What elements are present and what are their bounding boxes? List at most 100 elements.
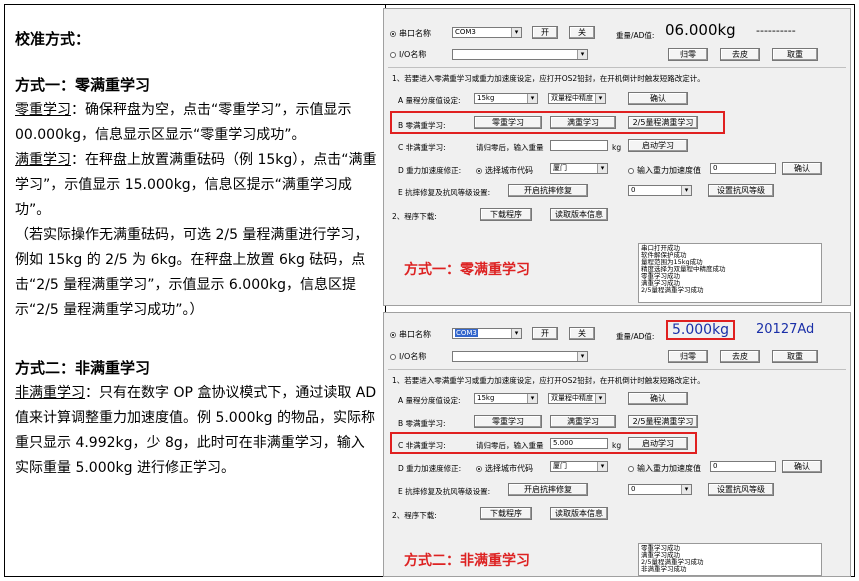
ad-display: ----------: [756, 24, 796, 37]
start-learn-button[interactable]: 启动学习: [628, 139, 688, 152]
full-term: 满重学习: [15, 152, 71, 168]
city-radio[interactable]: [476, 465, 482, 472]
city-radio[interactable]: [476, 167, 482, 174]
rowC-hint: 请归零后，输入重量: [476, 143, 544, 152]
serial-port-select[interactable]: COM3: [452, 328, 522, 339]
anti-drop-button[interactable]: 开启抗摔修复: [508, 483, 588, 496]
wind-level-select[interactable]: 0: [628, 185, 692, 196]
instruction-text: 1、若要进入零满重学习或重力加速度设定，应打开OS2铅封，在开机倒计时触发短路改…: [392, 74, 705, 83]
open-button[interactable]: 开: [532, 26, 558, 39]
method2-caption: 方式二：非满重学习: [404, 553, 530, 569]
serial-radio[interactable]: [390, 331, 396, 338]
io-label: I/O名称: [399, 352, 427, 361]
io-label: I/O名称: [399, 50, 427, 59]
serial-radio-row[interactable]: 串口名称: [390, 28, 431, 39]
close-button[interactable]: 关: [569, 26, 595, 39]
download-button[interactable]: 下载程序: [480, 507, 532, 520]
gravity-radio-label: 输入重力加速度值: [637, 166, 701, 175]
wind-level-button[interactable]: 设置抗风等级: [708, 184, 774, 197]
precision-select[interactable]: 双量程中精度: [548, 393, 606, 404]
gravity-radio-row[interactable]: 输入重力加速度值: [628, 165, 701, 176]
rowC-unit: kg: [612, 143, 622, 152]
io-radio-row[interactable]: I/O名称: [390, 49, 426, 60]
full-learn-button[interactable]: 满重学习: [550, 415, 616, 428]
wind-level-select[interactable]: 0: [628, 484, 692, 495]
weight-display: 5.000kg: [666, 320, 736, 340]
instruction-text: 1、若要进入零满重学习或重力加速度设定，应打开OS2铅封，在开机倒计时触发短路改…: [392, 376, 705, 385]
zero-button[interactable]: 归零: [668, 48, 708, 61]
row2-label: 2、程序下载:: [392, 212, 437, 221]
message-log: 串口打开成功 软件解保护成功 量程范围为15kg成功 精度选择为双量程中精度成功 零重学…: [638, 243, 822, 303]
rowD-confirm-button[interactable]: 确认: [782, 162, 822, 175]
io-radio[interactable]: [390, 51, 396, 58]
log-line: 2/5量程满重学习成功: [641, 286, 704, 294]
anti-drop-button[interactable]: 开启抗摔修复: [508, 184, 588, 197]
city-radio-label: 选择城市代码: [485, 464, 533, 473]
method1-caption: 方式一：零满重学习: [404, 262, 530, 278]
city-radio-row[interactable]: 选择城市代码: [476, 165, 533, 176]
serial-radio[interactable]: [390, 30, 396, 37]
method1-title: 方式一：零满重学习: [15, 76, 151, 94]
city-select[interactable]: 厦门: [550, 461, 608, 472]
zero-term: 零重学习: [15, 102, 71, 118]
cancel-button[interactable]: 取重: [772, 48, 818, 61]
rowA-confirm-button[interactable]: 确认: [628, 392, 688, 405]
weight-input[interactable]: [550, 140, 608, 151]
weight-display: 06.000kg: [665, 21, 736, 39]
calibration-window-1: 串口名称 COM3 开 关 重量/AD值: 06.000kg ---------…: [383, 8, 851, 306]
range-select[interactable]: 15kg: [474, 393, 538, 404]
io-radio[interactable]: [390, 353, 396, 360]
two-fifth-learn-button[interactable]: 2/5量程满重学习: [628, 415, 698, 428]
io-select[interactable]: [452, 351, 588, 362]
rowA-label: A 量程分度值设定:: [398, 396, 461, 405]
io-radio-row[interactable]: I/O名称: [390, 351, 426, 362]
ad-display: 20127Ad: [756, 322, 815, 337]
zero-button[interactable]: 归零: [668, 350, 708, 363]
log-line: 非满重学习成功: [641, 565, 687, 573]
range-select[interactable]: 15kg: [474, 93, 538, 104]
zero-learn-button[interactable]: 零重学习: [474, 415, 542, 428]
rowD-label: D 重力加速度修正:: [398, 166, 462, 175]
calibration-window-2: 串口名称 COM3 开 关 重量/AD值: 5.000kg 20127Ad I/…: [383, 312, 851, 577]
zero-paragraph: 零重学习：确保秤盘为空，点击“零重学习”，示值显示 00.000kg，信息显示区…: [15, 98, 377, 148]
rowD-confirm-button[interactable]: 确认: [782, 460, 822, 473]
nonfull-paragraph: 非满重学习：只有在数字 OP 盒协议模式下，通过读取 AD 值来计算调整重力加速…: [15, 381, 377, 481]
serial-radio-row[interactable]: 串口名称: [390, 329, 431, 340]
gravity-input[interactable]: 0: [710, 461, 776, 472]
read-version-button[interactable]: 读取版本信息: [550, 507, 608, 520]
close-button[interactable]: 关: [569, 327, 595, 340]
city-radio-label: 选择城市代码: [485, 166, 533, 175]
highlight-box: [390, 111, 725, 134]
rowA-confirm-button[interactable]: 确认: [628, 92, 688, 105]
precision-select[interactable]: 双量程中精度: [548, 93, 606, 104]
rowA-label: A 量程分度值设定:: [398, 96, 461, 105]
gravity-radio-row[interactable]: 输入重力加速度值: [628, 463, 701, 474]
gravity-input[interactable]: 0: [710, 163, 776, 174]
cancel-button[interactable]: 取重: [772, 350, 818, 363]
message-log: 零重学习成功 满重学习成功 2/5量程满重学习成功 非满重学习成功: [638, 543, 822, 576]
io-select[interactable]: [452, 49, 588, 60]
gravity-radio[interactable]: [628, 465, 634, 472]
wind-level-button[interactable]: 设置抗风等级: [708, 483, 774, 496]
tare-button[interactable]: 去皮: [720, 350, 760, 363]
download-button[interactable]: 下载程序: [480, 208, 532, 221]
tare-button[interactable]: 去皮: [720, 48, 760, 61]
city-radio-row[interactable]: 选择城市代码: [476, 463, 533, 474]
method2-title: 方式二：非满重学习: [15, 359, 151, 377]
nonfull-term: 非满重学习: [15, 385, 85, 401]
section-title: 校准方式：: [15, 30, 91, 48]
open-button[interactable]: 开: [532, 327, 558, 340]
serial-port-value: COM3: [455, 329, 478, 337]
rowE-label: E 抗摔修复及抗风等级设置:: [398, 188, 491, 197]
row2-label: 2、程序下载:: [392, 511, 437, 520]
gravity-radio[interactable]: [628, 167, 634, 174]
serial-port-select[interactable]: COM3: [452, 27, 522, 38]
left-text-column: 校准方式： 方式一：零满重学习 零重学习：确保秤盘为空，点击“零重学习”，示值显…: [15, 27, 377, 481]
rowC-label: C 非满重学习:: [398, 143, 446, 152]
read-version-button[interactable]: 读取版本信息: [550, 208, 608, 221]
weight-ad-label: 重量/AD值:: [616, 332, 655, 341]
city-select[interactable]: 厦门: [550, 163, 608, 174]
serial-label: 串口名称: [399, 330, 431, 339]
rowE-label: E 抗摔修复及抗风等级设置:: [398, 487, 491, 496]
divider: [388, 369, 846, 370]
